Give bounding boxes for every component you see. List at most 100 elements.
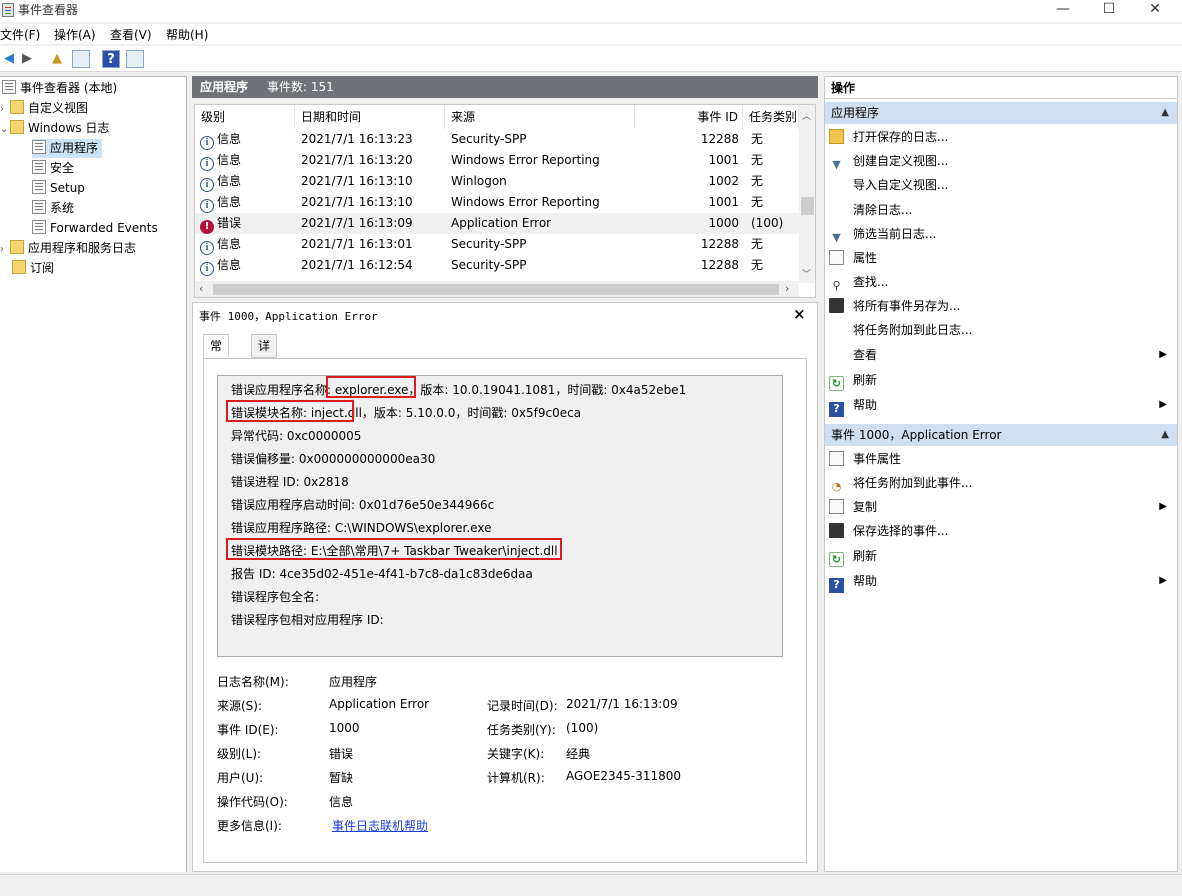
tree-app-service-logs[interactable]: › 应用程序和服务日志 (0, 239, 136, 258)
field-value-user: 暂缺 (329, 771, 354, 785)
folder-icon (10, 240, 24, 254)
tree-root[interactable]: 事件查看器 (本地) (2, 79, 117, 98)
table-row[interactable]: i 信息 2021/7/1 16:13:10 Windows Error Repo… (195, 192, 799, 213)
close-detail-icon[interactable]: × (793, 305, 806, 323)
description-line: 错误进程 ID: 0x2818 (231, 475, 349, 489)
event-description[interactable]: 错误应用程序名称: explorer.exe，版本: 10.0.19041.10… (217, 375, 783, 657)
menu-view[interactable]: 查看(V) (110, 26, 152, 43)
description-line: 错误应用程序名称: explorer.exe，版本: 10.0.19041.10… (231, 383, 687, 397)
actions-section-application[interactable]: 应用程序 ▲ (825, 102, 1177, 124)
highlight-box-app-name (326, 376, 416, 398)
field-value-log-name: 应用程序 (329, 675, 378, 689)
menu-help[interactable]: 帮助(H) (166, 26, 208, 43)
expand-icon[interactable]: › (0, 240, 10, 259)
action-view[interactable]: 查看 ▶ (829, 344, 1173, 366)
log-icon (32, 160, 46, 174)
table-row[interactable]: i 信息 2021/7/1 16:13:01 Security-SPP 12288… (195, 234, 799, 255)
field-value-source: Application Error (329, 697, 430, 711)
action-save-selected-events[interactable]: 保存选择的事件... (829, 520, 1173, 542)
action-refresh-event[interactable]: ↻ 刷新 (829, 545, 1173, 567)
actions-section-event[interactable]: 事件 1000，Application Error ▲ (825, 424, 1177, 446)
back-icon[interactable]: ◀ (0, 50, 18, 68)
task-icon: ◔ (831, 480, 842, 493)
field-label: 操作代码(O): (217, 795, 288, 809)
column-level[interactable]: 级别 (195, 105, 295, 129)
table-row[interactable]: i 信息 2021/7/1 16:12:54 Security-SPP 12288… (195, 255, 799, 276)
action-help-event[interactable]: ? 帮助 ▶ (829, 570, 1173, 593)
navigation-tree: 事件查看器 (本地) › 自定义视图 ⌄ Windows 日志 应用程序 安全 Se… (0, 76, 187, 872)
show-hide-tree-icon[interactable] (72, 50, 90, 68)
scroll-up-icon[interactable]: ︿ (802, 109, 811, 122)
vertical-scrollbar[interactable]: ︿ ﹀ (799, 105, 815, 283)
info-icon: i (200, 241, 214, 255)
column-task-category[interactable]: 任务类别 (743, 105, 799, 129)
action-import-custom-view[interactable]: 导入自定义视图... (829, 174, 1173, 196)
action-copy[interactable]: 复制 ▶ (829, 496, 1173, 518)
tree-windows-logs[interactable]: ⌄ Windows 日志 (0, 119, 109, 138)
action-attach-task-to-log[interactable]: 将任务附加到此日志... (829, 319, 1173, 341)
menu-file[interactable]: 文件(F) (0, 26, 40, 43)
tree-item-forwarded-events[interactable]: Forwarded Events (32, 219, 158, 238)
scroll-right-icon[interactable]: › (785, 282, 789, 295)
maximize-button[interactable]: ☐ (1086, 0, 1132, 22)
table-row[interactable]: i 信息 2021/7/1 16:13:10 Winlogon 1002 无 (195, 171, 799, 192)
field-label: 用户(U): (217, 771, 264, 785)
actions-pane: 操作 应用程序 ▲ 打开保存的日志... ▼ 创建自定义视图... 导入自定义视图… (824, 76, 1178, 872)
action-create-custom-view[interactable]: ▼ 创建自定义视图... (829, 150, 1173, 172)
action-find[interactable]: ⚲ 查找... (829, 271, 1173, 293)
blank-icon (829, 202, 844, 217)
tree-item-security[interactable]: 安全 (32, 159, 74, 178)
menu-action[interactable]: 操作(A) (54, 26, 96, 43)
tree-item-system[interactable]: 系统 (32, 199, 74, 218)
tab-general[interactable]: 常规 (203, 334, 230, 375)
save-icon (829, 298, 844, 313)
scroll-left-icon[interactable]: ‹ (199, 282, 203, 295)
close-button[interactable]: ✕ (1132, 0, 1178, 22)
collapse-section-icon[interactable]: ▲ (1161, 102, 1169, 124)
action-save-all-events[interactable]: 将所有事件另存为... (829, 295, 1173, 317)
up-folder-icon[interactable]: ▲ (48, 50, 66, 68)
action-event-properties[interactable]: 事件属性 (829, 448, 1173, 470)
tree-subscriptions[interactable]: 订阅 (12, 259, 54, 278)
error-icon: ! (200, 220, 214, 234)
blank-icon (829, 347, 844, 362)
event-viewer-icon (2, 80, 16, 94)
minimize-button[interactable]: — (1040, 0, 1086, 22)
column-datetime[interactable]: 日期和时间 (295, 105, 445, 129)
action-refresh[interactable]: ↻ 刷新 (829, 369, 1173, 391)
tree-item-setup[interactable]: Setup (32, 179, 85, 198)
action-help[interactable]: ? 帮助 ▶ (829, 394, 1173, 417)
show-hide-actions-icon[interactable] (126, 50, 144, 68)
collapse-icon[interactable]: ⌄ (0, 120, 10, 139)
highlight-box-module-path (226, 538, 562, 560)
help-icon[interactable]: ? (102, 50, 120, 68)
action-attach-task-to-event[interactable]: ◔ 将任务附加到此事件... (829, 472, 1173, 494)
submenu-arrow-icon: ▶ (1159, 501, 1167, 512)
online-help-link[interactable]: 事件日志联机帮助 (332, 817, 428, 834)
action-clear-log[interactable]: 清除日志... (829, 199, 1173, 221)
tree-item-application[interactable]: 应用程序 (32, 139, 103, 158)
forward-icon[interactable]: ▶ (18, 50, 36, 68)
collapse-section-icon[interactable]: ▲ (1161, 424, 1169, 446)
expand-icon[interactable]: › (0, 100, 10, 119)
field-label: 级别(L): (217, 747, 262, 761)
column-event-id[interactable]: 事件 ID (635, 105, 743, 129)
horizontal-scrollbar[interactable]: ‹ › (195, 281, 799, 297)
copy-icon (829, 499, 844, 514)
field-value-computer: AGOE2345-311800 (566, 769, 682, 783)
table-row-selected[interactable]: ! 错误 2021/7/1 16:13:09 Application Error … (195, 213, 799, 234)
tree-custom-views[interactable]: › 自定义视图 (0, 99, 88, 118)
action-filter-current-log[interactable]: ▼ 筛选当前日志... (829, 223, 1173, 245)
action-open-saved-log[interactable]: 打开保存的日志... (829, 126, 1173, 148)
field-label: 事件 ID(E): (217, 723, 279, 737)
tab-details[interactable]: 详细信息 (251, 334, 278, 419)
table-row[interactable]: i 信息 2021/7/1 16:13:20 Windows Error Repo… (195, 150, 799, 171)
action-properties[interactable]: 属性 (829, 247, 1173, 269)
scroll-thumb-horizontal[interactable] (213, 284, 779, 295)
event-properties-icon (829, 451, 844, 466)
description-line: 报告 ID: 4ce35d02-451e-4f41-b7c8-da1c83de6… (231, 567, 533, 581)
column-source[interactable]: 来源 (445, 105, 635, 129)
table-row[interactable]: i 信息 2021/7/1 16:13:23 Security-SPP 12288… (195, 129, 799, 150)
scroll-down-icon[interactable]: ﹀ (802, 267, 811, 280)
scroll-thumb[interactable] (801, 197, 814, 215)
